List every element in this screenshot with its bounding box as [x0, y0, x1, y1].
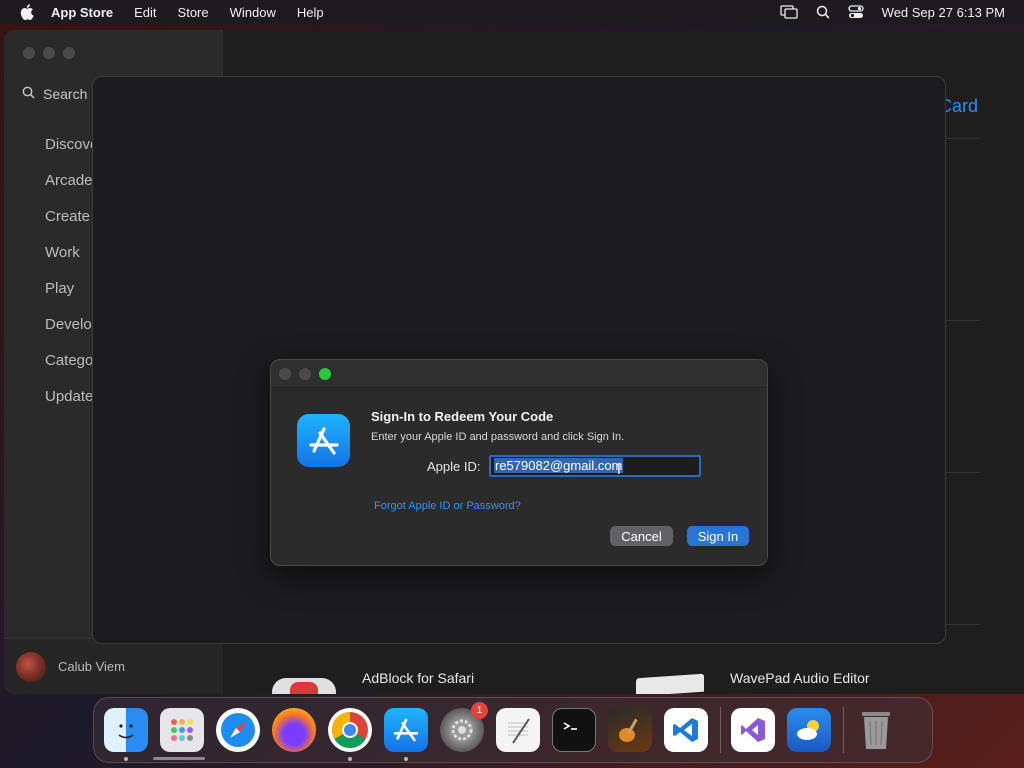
app-name: WavePad Audio Editor — [730, 670, 870, 686]
adblock-app-icon — [272, 678, 336, 694]
sign-in-dialog: Sign-In to Redeem Your Code Enter your A… — [270, 359, 768, 566]
search-icon — [22, 86, 35, 102]
divider — [946, 624, 980, 625]
app-store-icon — [297, 414, 350, 467]
forgot-password-link[interactable]: Forgot Apple ID or Password? — [374, 500, 521, 512]
avatar — [16, 651, 46, 682]
divider — [946, 138, 980, 139]
menu-app-store[interactable]: App Store — [51, 5, 113, 20]
dialog-close-button[interactable] — [279, 368, 291, 380]
visual-studio-icon[interactable] — [731, 708, 775, 752]
menu-extras: Wed Sep 27 6:13 PM — [762, 0, 1005, 24]
apple-id-field[interactable]: re579082@gmail.com — [489, 455, 701, 477]
menu-help[interactable]: Help — [297, 5, 324, 20]
cancel-button[interactable]: Cancel — [610, 526, 673, 546]
vscode-icon[interactable] — [664, 708, 708, 752]
apple-id-value: re579082@gmail.com — [494, 458, 624, 473]
dialog-minimize-button[interactable] — [299, 368, 311, 380]
apple-menu-icon[interactable] — [17, 2, 37, 22]
dialog-window-controls — [279, 368, 331, 380]
menu-window[interactable]: Window — [230, 5, 276, 20]
terminal-icon[interactable] — [552, 708, 596, 752]
finder-icon[interactable] — [104, 708, 148, 761]
window-controls — [23, 47, 75, 59]
menu-edit[interactable]: Edit — [134, 5, 156, 20]
dialog-title: Sign-In to Redeem Your Code — [371, 409, 554, 424]
zoom-button[interactable] — [63, 47, 75, 59]
trash-icon[interactable] — [854, 708, 898, 752]
running-indicator — [124, 757, 128, 761]
menu-store[interactable]: Store — [178, 5, 209, 20]
wavepad-app-icon — [636, 673, 704, 694]
text-cursor-icon: I — [617, 463, 621, 478]
dock-scroll-indicator — [153, 757, 205, 760]
divider — [946, 320, 980, 321]
apple-id-label: Apple ID: — [427, 459, 481, 474]
launchpad-icon[interactable] — [160, 708, 204, 752]
running-indicator — [348, 757, 352, 761]
firefox-icon[interactable] — [272, 708, 316, 752]
minimize-button[interactable] — [43, 47, 55, 59]
dock: 1 — [93, 697, 933, 763]
spotlight-search-icon[interactable] — [816, 5, 830, 19]
dialog-subtitle: Enter your Apple ID and password and cli… — [371, 431, 625, 443]
running-indicator — [404, 757, 408, 761]
divider — [946, 472, 980, 473]
safari-icon[interactable] — [216, 708, 260, 752]
garageband-icon[interactable] — [608, 708, 652, 752]
dock-separator — [720, 707, 721, 753]
dock-separator — [843, 707, 844, 753]
app-listing-wavepad[interactable]: WavePad Audio Editor — [730, 670, 870, 686]
sign-in-button[interactable]: Sign In — [687, 526, 749, 546]
user-name: Calub Viem — [58, 659, 125, 674]
weather-icon[interactable] — [787, 708, 831, 752]
dialog-titlebar — [271, 360, 767, 388]
close-button[interactable] — [23, 47, 35, 59]
screen-mirroring-icon[interactable] — [780, 5, 798, 19]
search-label: Search — [43, 86, 88, 102]
account-button[interactable]: Calub Viem — [4, 638, 223, 694]
control-center-icon[interactable] — [848, 5, 864, 19]
menu-clock[interactable]: Wed Sep 27 6:13 PM — [882, 5, 1005, 20]
app-listing-adblock[interactable]: AdBlock for Safari — [362, 670, 474, 686]
system-settings-icon[interactable]: 1 — [440, 702, 488, 752]
chrome-icon[interactable] — [328, 708, 372, 761]
app-store-dock-icon[interactable] — [384, 708, 428, 761]
textedit-icon[interactable] — [496, 708, 540, 752]
dialog-zoom-button[interactable] — [319, 368, 331, 380]
notification-badge: 1 — [471, 702, 488, 719]
menu-bar: App Store Edit Store Window Help Wed Sep… — [0, 0, 1024, 24]
app-name: AdBlock for Safari — [362, 670, 475, 686]
